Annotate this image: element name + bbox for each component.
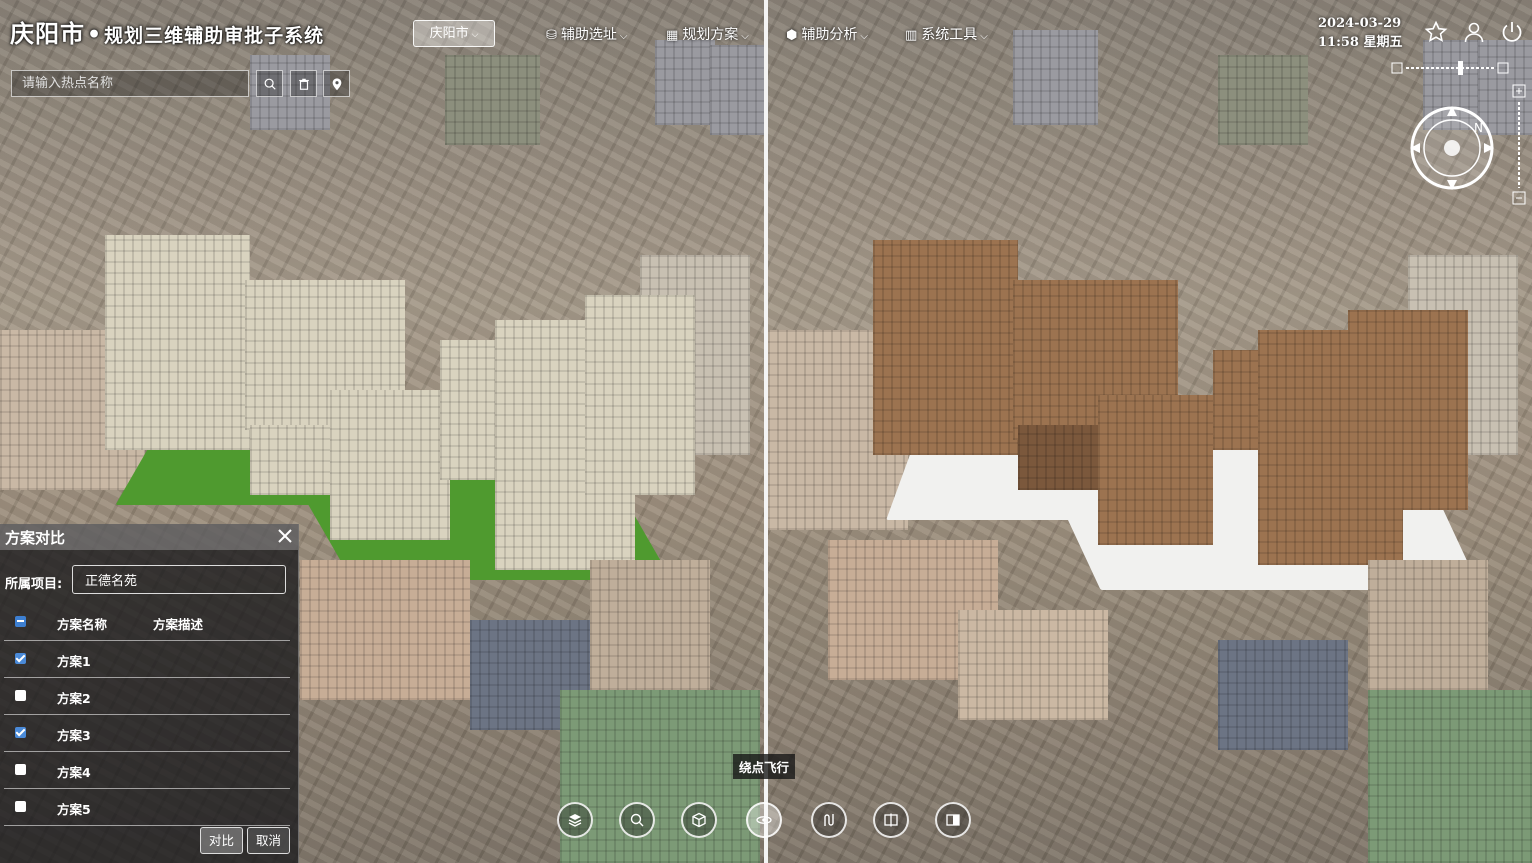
query-button[interactable]: [619, 802, 655, 838]
power-icon[interactable]: [1500, 20, 1524, 44]
toolbox-icon: ▥: [905, 28, 918, 43]
building-icon: ▦: [666, 28, 679, 43]
scheme3-tower: [1018, 425, 1098, 490]
table-row[interactable]: 方案4: [4, 752, 290, 789]
trash-icon: [298, 78, 309, 90]
location-cubes-icon: ⛁: [546, 28, 557, 43]
favorite-star-icon[interactable]: [1424, 20, 1448, 44]
row-checkbox[interactable]: [15, 653, 26, 664]
scheme1-tower: [330, 390, 450, 540]
scheme1-tower: [250, 425, 330, 495]
compare-button[interactable]: 对比: [200, 827, 244, 854]
table-row[interactable]: 方案5: [4, 789, 290, 826]
search-button[interactable]: [256, 70, 283, 97]
datetime: 2024-03-29 11:58 星期五: [1318, 14, 1403, 52]
orbit-flight-button[interactable]: [746, 802, 782, 838]
city-select[interactable]: 庆阳市 ⌵: [413, 20, 495, 47]
date-text: 2024-03-29: [1318, 16, 1402, 31]
table-row[interactable]: 方案2: [4, 678, 290, 715]
cancel-button[interactable]: 取消: [247, 827, 291, 854]
route-button[interactable]: [811, 802, 847, 838]
hotspot-search-input[interactable]: [12, 71, 252, 96]
project-label: 所属项目:: [5, 577, 63, 592]
clear-button[interactable]: [290, 70, 317, 97]
orbit-flight-tooltip: 绕点飞行: [733, 754, 796, 779]
title-separator: •: [87, 22, 103, 48]
scheme1-tower: [585, 295, 695, 495]
row-checkbox[interactable]: [15, 801, 26, 812]
box-icon: [692, 812, 706, 828]
scheme-name: 方案4: [57, 765, 91, 780]
search-icon: [630, 813, 644, 827]
hotspot-search-box[interactable]: [11, 70, 252, 97]
split-icon: [884, 813, 898, 827]
user-icon[interactable]: [1462, 20, 1486, 44]
tilt-slider[interactable]: [1390, 60, 1510, 76]
locate-button[interactable]: [323, 70, 350, 97]
time-weekday-text: 11:58 星期五: [1318, 35, 1403, 50]
compare-icon: [946, 814, 960, 826]
column-header-desc: 方案描述: [153, 617, 204, 632]
menu-site-selection[interactable]: ⛁ 辅助选址 ⌵: [546, 24, 628, 44]
menu-planning-scheme[interactable]: ▦ 规划方案 ⌵: [666, 24, 749, 44]
scheme-name: 方案1: [57, 654, 91, 669]
scheme3-tower: [873, 240, 1018, 455]
scheme3-tower: [1098, 395, 1213, 545]
scheme-table: 方案名称 方案描述 方案1 方案2 方案3 方案4 方案5: [4, 604, 290, 826]
compare-view-button[interactable]: [935, 802, 971, 838]
scheme-name: 方案3: [57, 728, 91, 743]
row-checkbox[interactable]: [15, 727, 26, 738]
orbit-icon: [756, 816, 772, 824]
compass-icon[interactable]: N: [1404, 100, 1500, 196]
menu-label: 系统工具: [921, 27, 978, 43]
menu-analysis[interactable]: ⬢ 辅助分析 ⌵: [786, 24, 868, 44]
model-button[interactable]: [681, 802, 717, 838]
title-city: 庆阳市: [10, 19, 85, 48]
menu-label: 规划方案: [682, 27, 739, 43]
select-all-checkbox[interactable]: [15, 616, 26, 627]
route-icon: [824, 814, 834, 826]
scheme1-tower: [105, 235, 250, 450]
column-header-name: 方案名称: [57, 617, 108, 632]
panel-title: 方案对比: [5, 529, 66, 547]
chevron-down-icon: ⌵: [980, 31, 988, 42]
chevron-down-icon: ⌵: [860, 31, 868, 42]
zoom-slider[interactable]: [1512, 84, 1526, 206]
map-pin-icon: [332, 77, 341, 90]
menu-system-tools[interactable]: ▥ 系统工具 ⌵: [905, 24, 988, 44]
scheme-compare-panel: 方案对比 所属项目: 方案名称 方案描述 方案1 方案2 方案3 方案4: [0, 524, 299, 863]
panel-header: 方案对比: [0, 524, 298, 550]
svg-text:N: N: [1474, 121, 1483, 135]
search-icon: [264, 78, 276, 90]
row-checkbox[interactable]: [15, 764, 26, 775]
app-title: 庆阳市• 规划三维辅助审批子系统: [10, 14, 324, 49]
project-input[interactable]: [72, 565, 286, 594]
title-system: 规划三维辅助审批子系统: [104, 25, 325, 47]
chevron-down-icon: ⌵: [741, 31, 749, 42]
table-row[interactable]: 方案3: [4, 715, 290, 752]
scheme3-tower: [1348, 310, 1468, 510]
row-checkbox[interactable]: [15, 690, 26, 701]
chevron-down-icon: ⌵: [619, 31, 628, 42]
menu-label: 辅助选址: [560, 27, 617, 43]
layers-button[interactable]: [557, 802, 593, 838]
scheme-name: 方案2: [57, 691, 91, 706]
city-select-value: 庆阳市: [429, 26, 469, 41]
table-row[interactable]: 方案1: [4, 641, 290, 678]
cube-icon: ⬢: [786, 28, 798, 43]
table-header: 方案名称 方案描述: [4, 604, 290, 641]
close-icon[interactable]: [276, 527, 294, 545]
menu-label: 辅助分析: [801, 27, 858, 43]
scheme-name: 方案5: [57, 802, 91, 817]
chevron-down-icon: ⌵: [471, 30, 479, 40]
split-screen-button[interactable]: [873, 802, 909, 838]
layers-icon: [568, 814, 582, 827]
